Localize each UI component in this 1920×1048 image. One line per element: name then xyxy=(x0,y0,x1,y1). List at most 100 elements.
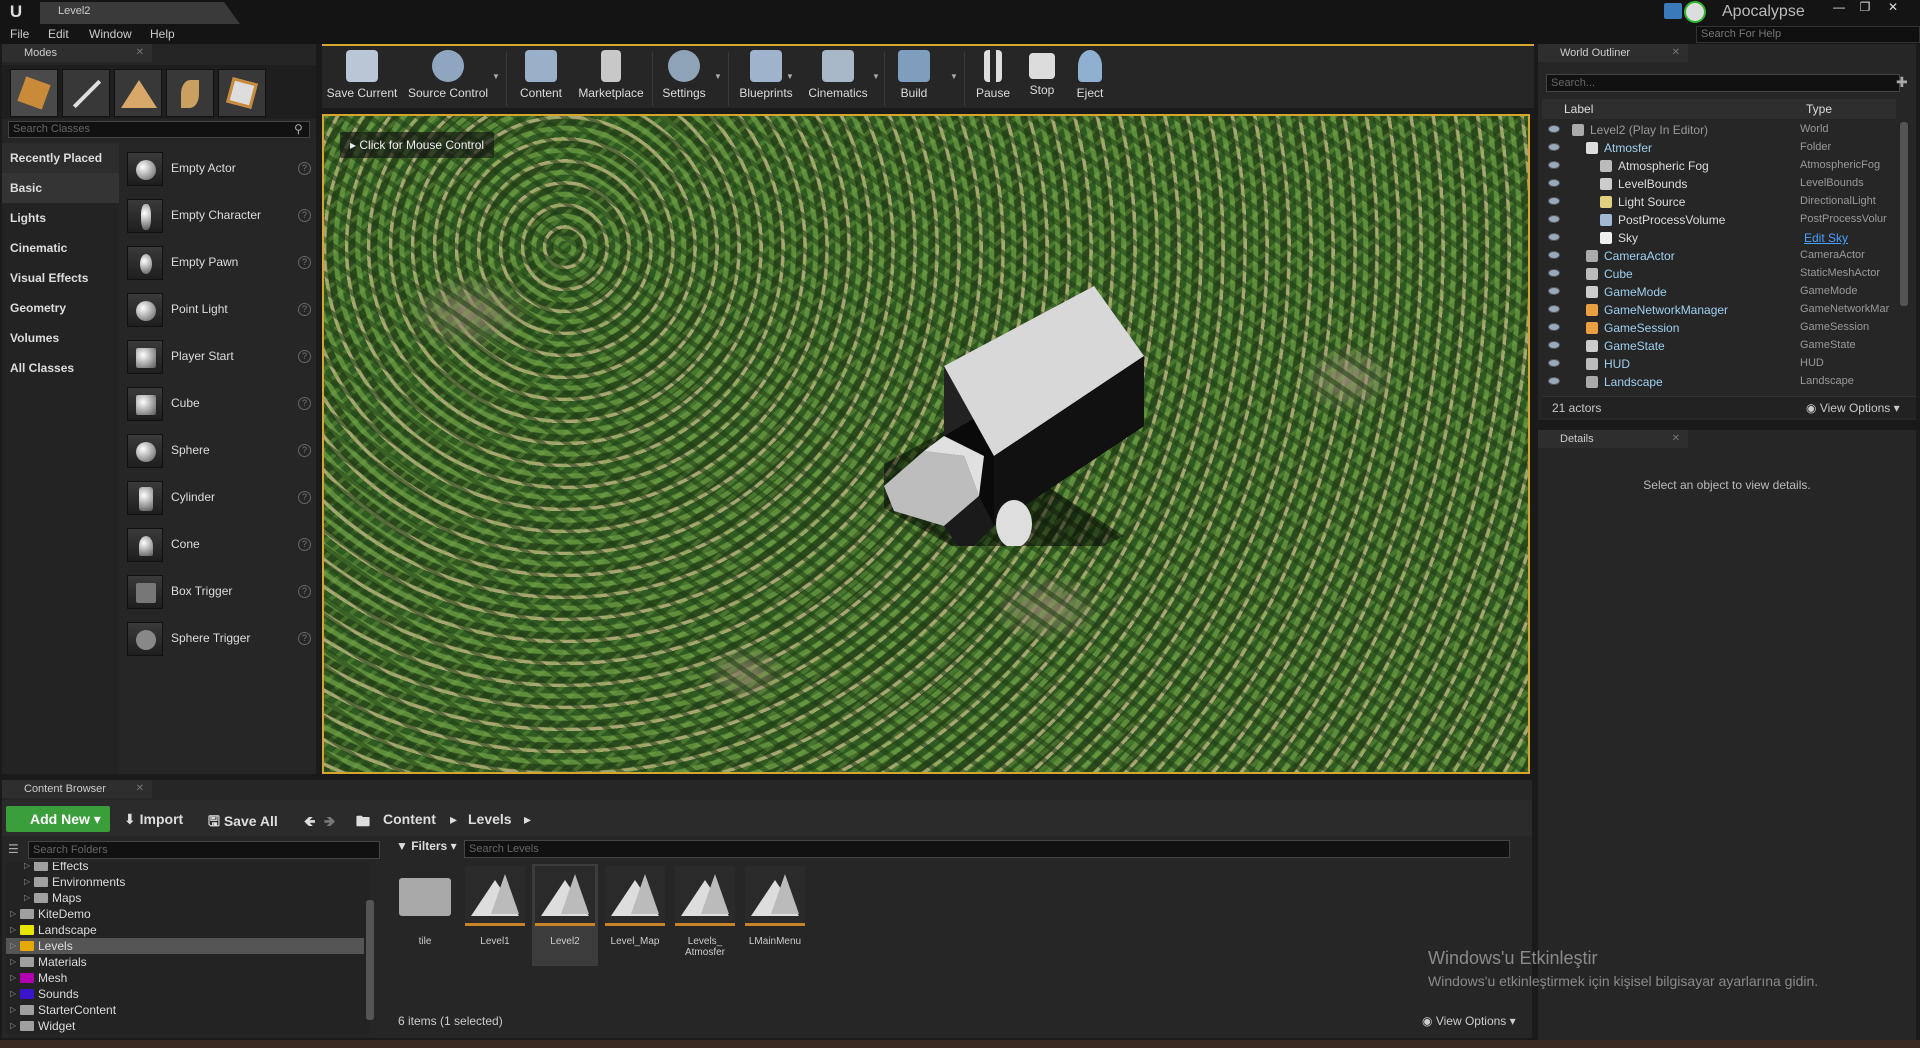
folder-item[interactable]: ▷ Widget xyxy=(6,1018,364,1034)
help-icon[interactable]: ? xyxy=(298,397,311,410)
outliner-row[interactable]: Sky Edit Sky xyxy=(1542,229,1896,247)
outliner-scrollbar[interactable] xyxy=(1900,122,1908,306)
eye-icon[interactable] xyxy=(1548,323,1560,331)
folder-item[interactable]: ▷ Materials xyxy=(6,954,364,970)
eye-icon[interactable] xyxy=(1548,161,1560,169)
eye-icon[interactable] xyxy=(1548,359,1560,367)
folder-item[interactable]: ▷ Environments xyxy=(6,874,364,890)
help-icon[interactable]: ? xyxy=(298,209,311,222)
menu-edit[interactable]: Edit xyxy=(48,27,69,41)
forward-arrow-icon[interactable]: 🡺 xyxy=(324,811,335,835)
category-volumes[interactable]: Volumes xyxy=(10,331,59,345)
folder-item[interactable]: ▷ StarterContent xyxy=(6,1002,364,1018)
close-tab-icon[interactable]: ✕ xyxy=(1672,433,1680,444)
folder-item[interactable]: ▷ Mesh xyxy=(6,970,364,986)
landscape-mode-icon[interactable] xyxy=(114,69,162,117)
outliner-view-options[interactable]: ◉ View Options ▾ xyxy=(1806,401,1900,415)
details-tab[interactable]: Details ✕ xyxy=(1538,430,1688,448)
eye-icon[interactable] xyxy=(1548,305,1560,313)
help-icon[interactable]: ? xyxy=(298,538,311,551)
asset-tile[interactable]: LMainMenu xyxy=(742,864,808,966)
place-mode-icon[interactable] xyxy=(10,69,58,117)
help-icon[interactable]: ? xyxy=(298,444,311,457)
place-item-empty-actor[interactable]: Empty Actor? xyxy=(127,149,313,189)
folder-item[interactable]: ▷ Maps xyxy=(6,890,364,906)
place-item-cone[interactable]: Cone? xyxy=(127,525,313,565)
level-viewport[interactable]: ▸ Click for Mouse Control xyxy=(322,114,1530,774)
save-current-button[interactable]: Save Current xyxy=(326,50,398,108)
eye-icon[interactable] xyxy=(1548,269,1560,277)
profile-icon[interactable] xyxy=(1684,1,1706,23)
pause-button[interactable]: Pause xyxy=(970,50,1016,108)
close-tab-icon[interactable]: ✕ xyxy=(1672,47,1680,58)
breadcrumb-content[interactable]: Content xyxy=(383,811,436,827)
cinematics-dropdown-icon[interactable]: ▼ xyxy=(872,72,880,81)
class-search-input[interactable]: Search Classes xyxy=(8,121,310,138)
source-control-dropdown-icon[interactable]: ▼ xyxy=(492,72,500,81)
asset-tile[interactable]: tile xyxy=(392,864,458,966)
outliner-row[interactable]: Atmosfer Folder xyxy=(1542,139,1896,157)
asset-tile[interactable]: Level2 xyxy=(532,864,598,966)
close-tab-icon[interactable]: ✕ xyxy=(136,47,144,58)
place-item-point-light[interactable]: Point Light? xyxy=(127,290,313,330)
eye-icon[interactable] xyxy=(1548,179,1560,187)
menu-help[interactable]: Help xyxy=(150,27,175,41)
eye-icon[interactable] xyxy=(1548,143,1560,151)
eye-icon[interactable] xyxy=(1548,377,1560,385)
settings-dropdown-icon[interactable]: ▼ xyxy=(714,72,722,81)
help-search-input[interactable]: Search For Help xyxy=(1696,26,1920,43)
expand-caret-icon[interactable]: ▷ xyxy=(24,877,30,886)
eye-icon[interactable] xyxy=(1548,251,1560,259)
geometry-mode-icon[interactable] xyxy=(218,69,266,117)
help-icon[interactable]: ? xyxy=(298,632,311,645)
help-icon[interactable]: ? xyxy=(298,303,311,316)
tree-toggle-icon[interactable]: ☰ xyxy=(8,842,19,856)
outliner-row[interactable]: Light Source DirectionalLight xyxy=(1542,193,1896,211)
settings-button[interactable]: Settings xyxy=(656,50,712,108)
expand-caret-icon[interactable]: ▷ xyxy=(10,925,16,934)
outliner-row[interactable]: LevelBounds LevelBounds xyxy=(1542,175,1896,193)
folder-item[interactable]: ▷ Levels xyxy=(6,938,364,954)
blueprints-dropdown-icon[interactable]: ▼ xyxy=(786,72,794,81)
menu-window[interactable]: Window xyxy=(89,27,132,41)
expand-caret-icon[interactable]: ▷ xyxy=(24,893,30,902)
paint-mode-icon[interactable] xyxy=(62,69,110,117)
category-all-classes[interactable]: All Classes xyxy=(10,361,74,375)
stop-button[interactable]: Stop xyxy=(1020,50,1064,108)
outliner-row[interactable]: PostProcessVolume PostProcessVolur xyxy=(1542,211,1896,229)
place-item-box-trigger[interactable]: Box Trigger? xyxy=(127,572,313,612)
eject-button[interactable]: Eject xyxy=(1068,50,1112,108)
place-item-player-start[interactable]: Player Start? xyxy=(127,337,313,377)
asset-search-input[interactable]: Search Levels xyxy=(464,840,1510,858)
folder-item[interactable]: ▷ Sounds xyxy=(6,986,364,1002)
place-item-sphere-trigger[interactable]: Sphere Trigger? xyxy=(127,619,313,659)
eye-icon[interactable] xyxy=(1548,233,1560,241)
outliner-row[interactable]: Level2 (Play In Editor) World xyxy=(1542,121,1896,139)
expand-caret-icon[interactable]: ▷ xyxy=(10,909,16,918)
help-icon[interactable]: ? xyxy=(298,585,311,598)
expand-caret-icon[interactable]: ▷ xyxy=(10,957,16,966)
restore-icon[interactable]: ❐ xyxy=(1852,0,1878,16)
expand-caret-icon[interactable]: ▷ xyxy=(10,989,16,998)
outliner-row[interactable]: Cube StaticMeshActor xyxy=(1542,265,1896,283)
asset-tile[interactable]: Level_Map xyxy=(602,864,668,966)
help-icon[interactable]: ? xyxy=(298,350,311,363)
content-browser-tab[interactable]: Content Browser ✕ xyxy=(2,780,152,798)
outliner-search-input[interactable]: Search... xyxy=(1546,74,1900,92)
eye-icon[interactable] xyxy=(1548,215,1560,223)
mouse-control-hint[interactable]: ▸ Click for Mouse Control xyxy=(340,132,495,158)
build-dropdown-icon[interactable]: ▼ xyxy=(950,72,958,81)
expand-caret-icon[interactable]: ▷ xyxy=(24,862,30,870)
expand-caret-icon[interactable]: ▷ xyxy=(10,1005,16,1014)
help-icon[interactable]: ? xyxy=(298,162,311,175)
asset-tile[interactable]: Level1 xyxy=(462,864,528,966)
eye-icon[interactable] xyxy=(1548,341,1560,349)
edit-sky-link[interactable]: Edit Sky xyxy=(1804,231,1898,245)
outliner-row[interactable]: GameMode GameMode xyxy=(1542,283,1896,301)
filters-button[interactable]: ▼ Filters ▾ xyxy=(396,839,457,853)
outliner-row[interactable]: GameState GameState xyxy=(1542,337,1896,355)
source-control-button[interactable]: Source Control xyxy=(408,50,488,108)
folder-item[interactable]: ▷ Effects xyxy=(6,862,364,874)
folder-scrollbar[interactable] xyxy=(366,900,374,1020)
outliner-row[interactable]: GameSession GameSession xyxy=(1542,319,1896,337)
